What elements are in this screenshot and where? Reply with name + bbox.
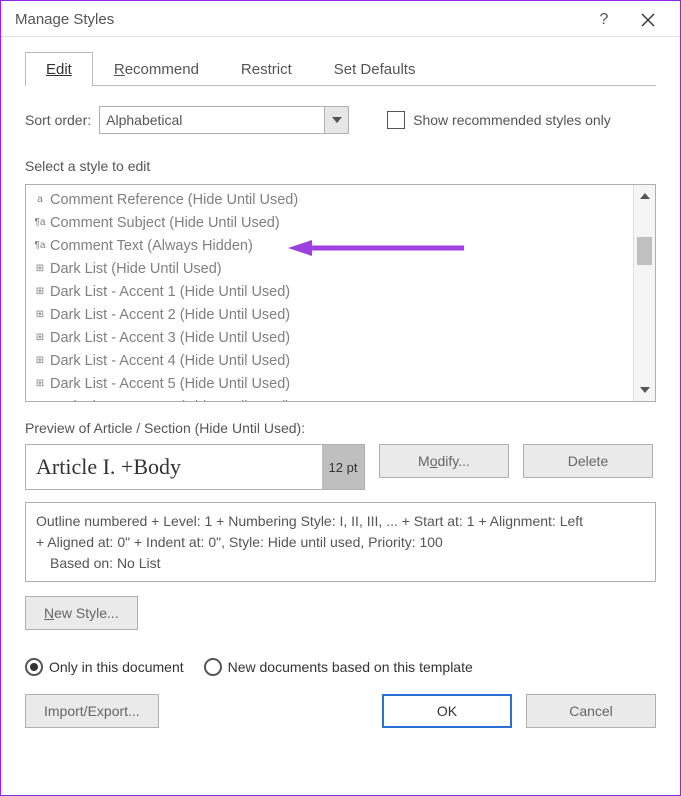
para-style-icon: ⊞ xyxy=(32,285,48,300)
para-style-icon: ⊞ xyxy=(32,400,48,401)
desc-based-on: Based on: No List xyxy=(36,553,645,574)
scroll-thumb[interactable] xyxy=(637,237,652,265)
style-list-item[interactable]: ¶aComment Text (Always Hidden) xyxy=(28,235,631,258)
style-item-name: Dark List - Accent 4 (Hide Until Used) xyxy=(50,351,290,372)
radio-checked-icon xyxy=(25,658,43,676)
style-list-item[interactable]: ⊞Dark List - Accent 5 (Hide Until Used) xyxy=(28,373,631,396)
style-list-item[interactable]: ⊞Dark List - Accent 4 (Hide Until Used) xyxy=(28,350,631,373)
sort-order-select[interactable] xyxy=(99,106,349,134)
style-description: Outline numbered + Level: 1 + Numbering … xyxy=(25,502,656,582)
style-item-name: Dark List (Hide Until Used) xyxy=(50,259,222,280)
sort-order-value[interactable] xyxy=(99,106,349,134)
style-list-item[interactable]: ⊞Dark List - Accent 1 (Hide Until Used) xyxy=(28,281,631,304)
checkbox-icon xyxy=(387,111,405,129)
para-style-icon: ¶a xyxy=(32,216,48,231)
chevron-down-icon xyxy=(332,117,342,123)
para-style-icon: ⊞ xyxy=(32,262,48,277)
window-title: Manage Styles xyxy=(15,11,114,28)
cancel-button[interactable]: Cancel xyxy=(526,694,656,728)
desc-line-1: Outline numbered + Level: 1 + Numbering … xyxy=(36,511,645,532)
style-list-item[interactable]: ¶aComment Subject (Hide Until Used) xyxy=(28,212,631,235)
style-item-name: Dark List - Accent 1 (Hide Until Used) xyxy=(50,282,290,303)
style-item-name: Dark List - Accent 2 (Hide Until Used) xyxy=(50,305,290,326)
delete-button[interactable]: Delete xyxy=(523,444,653,478)
close-button[interactable] xyxy=(626,5,670,35)
para-style-icon: ⊞ xyxy=(32,331,48,346)
para-style-icon: ⊞ xyxy=(32,377,48,392)
preview-text: Article I. +Body xyxy=(26,445,322,489)
scroll-up-button[interactable] xyxy=(634,185,655,207)
modify-button[interactable]: Modify... xyxy=(379,444,509,478)
scope-new-docs-template[interactable]: New documents based on this template xyxy=(204,658,473,676)
style-item-name: Comment Text (Always Hidden) xyxy=(50,236,253,257)
style-item-name: Dark List - Accent 3 (Hide Until Used) xyxy=(50,328,290,349)
tab-bar: Edit Recommend Restrict Set Defaults xyxy=(25,51,656,86)
sort-order-label: Sort order: xyxy=(25,112,91,128)
import-export-button[interactable]: Import/Export... xyxy=(25,694,159,728)
title-bar: Manage Styles ? xyxy=(1,1,680,37)
preview-label: Preview of Article / Section (Hide Until… xyxy=(25,420,656,436)
style-item-name: Comment Subject (Hide Until Used) xyxy=(50,213,280,234)
style-list-item[interactable]: aComment Reference (Hide Until Used) xyxy=(28,189,631,212)
chevron-down-icon xyxy=(640,387,650,393)
show-recommended-checkbox[interactable]: Show recommended styles only xyxy=(387,111,611,129)
style-item-name: Comment Reference (Hide Until Used) xyxy=(50,190,298,211)
tab-restrict[interactable]: Restrict xyxy=(220,52,313,86)
preview-font-size: 12 pt xyxy=(322,445,364,489)
close-icon xyxy=(641,13,655,27)
style-list[interactable]: aComment Reference (Hide Until Used)¶aCo… xyxy=(25,184,656,402)
show-recommended-label: Show recommended styles only xyxy=(413,112,611,128)
ok-button[interactable]: OK xyxy=(382,694,512,728)
style-item-name: Dark List - Accent 6 (Hide Until Used) xyxy=(50,397,290,401)
style-list-item[interactable]: ⊞Dark List - Accent 6 (Hide Until Used) xyxy=(28,396,631,401)
style-list-item[interactable]: ⊞Dark List - Accent 2 (Hide Until Used) xyxy=(28,304,631,327)
style-list-item[interactable]: ⊞Dark List (Hide Until Used) xyxy=(28,258,631,281)
char-style-icon: a xyxy=(32,193,48,208)
desc-line-2: + Aligned at: 0" + Indent at: 0", Style:… xyxy=(36,532,645,553)
sort-order-dropdown-button[interactable] xyxy=(324,107,348,133)
tab-set-defaults[interactable]: Set Defaults xyxy=(313,52,437,86)
new-style-button[interactable]: New Style... xyxy=(25,596,138,630)
help-button[interactable]: ? xyxy=(582,5,626,35)
para-style-icon: ¶a xyxy=(32,239,48,254)
scope-only-this-doc[interactable]: Only in this document xyxy=(25,658,184,676)
scope-radio-group: Only in this document New documents base… xyxy=(25,658,656,676)
radio-unchecked-icon xyxy=(204,658,222,676)
para-style-icon: ⊞ xyxy=(32,308,48,323)
preview-box: Article I. +Body 12 pt xyxy=(25,444,365,490)
select-style-label: Select a style to edit xyxy=(25,158,656,174)
tab-recommend[interactable]: Recommend xyxy=(93,52,220,86)
chevron-up-icon xyxy=(640,193,650,199)
style-list-item[interactable]: ⊞Dark List - Accent 3 (Hide Until Used) xyxy=(28,327,631,350)
tab-edit[interactable]: Edit xyxy=(25,52,93,86)
style-list-scrollbar[interactable] xyxy=(633,185,655,401)
scroll-down-button[interactable] xyxy=(634,379,655,401)
style-item-name: Dark List - Accent 5 (Hide Until Used) xyxy=(50,374,290,395)
para-style-icon: ⊞ xyxy=(32,354,48,369)
